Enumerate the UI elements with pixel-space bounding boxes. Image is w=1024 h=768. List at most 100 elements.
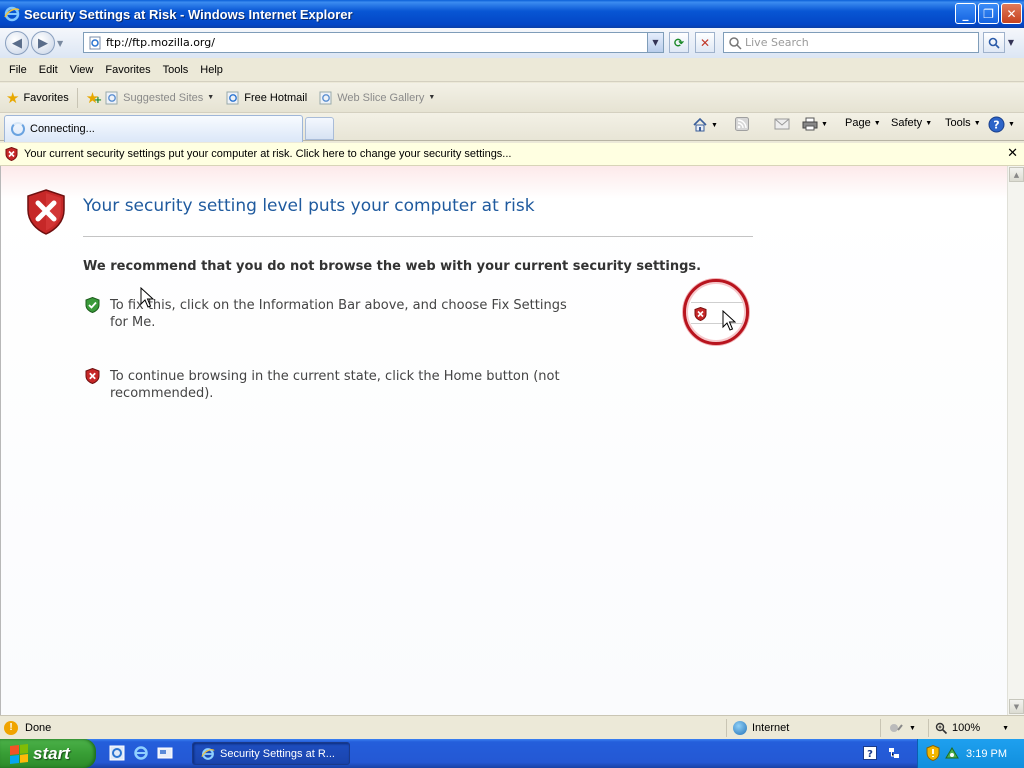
status-bar: ! Done Internet ▼ 100% ▼ [0, 715, 1024, 739]
favlink-suggested-sites[interactable]: Suggested Sites ▼ [105, 91, 214, 105]
information-bar-text[interactable]: Your current security settings put your … [24, 148, 511, 160]
internet-globe-icon [733, 721, 747, 735]
ie-page-icon [319, 91, 332, 104]
information-bar[interactable]: Your current security settings put your … [0, 143, 1024, 166]
forward-button[interactable]: ▶ [31, 31, 55, 55]
network-status-icon[interactable] [944, 745, 960, 761]
security-zone[interactable]: Internet [726, 719, 878, 737]
page-menu-label[interactable]: Page [845, 117, 871, 129]
protected-mode-button[interactable]: ▼ [880, 719, 926, 737]
safety-menu-label[interactable]: Safety [891, 117, 922, 129]
menu-view[interactable]: View [64, 64, 100, 76]
search-button[interactable] [983, 32, 1005, 53]
network-sync-icon[interactable] [886, 745, 902, 761]
security-center-shield-icon[interactable] [926, 745, 940, 761]
favlink-web-slice-gallery[interactable]: Web Slice Gallery ▼ [319, 91, 435, 105]
favlink-label[interactable]: Suggested Sites [123, 92, 203, 104]
close-icon[interactable]: ✕ [1007, 146, 1018, 161]
list-item: To fix this, click on the Information Ba… [85, 297, 580, 331]
quick-launch-ie-icon[interactable] [108, 744, 126, 762]
system-tray: 3:19 PM [917, 739, 1024, 768]
green-shield-icon [85, 297, 100, 313]
navigation-bar: ◀ ▶ ▼ ftp://ftp.mozilla.org/ ▼ ⟳ ✕ Live … [0, 28, 1024, 58]
home-button[interactable]: ▼ [692, 117, 718, 133]
favlink-label[interactable]: Web Slice Gallery [337, 92, 424, 104]
taskbar-item-label[interactable]: Security Settings at R... [220, 748, 335, 760]
menu-file[interactable]: File [3, 64, 33, 76]
page-icon [88, 36, 102, 50]
mail-icon [774, 118, 790, 130]
page-content: Your security setting level puts your co… [0, 166, 1007, 715]
chevron-down-icon[interactable]: ▼ [207, 94, 214, 101]
search-input[interactable]: Live Search [723, 32, 979, 53]
svg-text:?: ? [867, 749, 873, 760]
feeds-button[interactable] [735, 117, 749, 131]
close-button[interactable]: ✕ [1001, 3, 1022, 24]
new-tab-button[interactable] [305, 117, 334, 140]
scroll-down-button[interactable]: ▼ [1009, 699, 1024, 714]
security-shield-icon [694, 307, 707, 321]
search-options-dropdown[interactable]: ▼ [1005, 32, 1017, 53]
favorites-button[interactable]: ★ Favorites [6, 89, 69, 107]
tab-current[interactable]: Connecting... [4, 115, 303, 142]
favlink-label[interactable]: Free Hotmail [244, 92, 307, 104]
favorites-bar: ★ Favorites ★ + Suggested Sites ▼ Free Ho… [0, 83, 1024, 113]
ie-page-icon [226, 91, 239, 104]
recommendation-text: We recommend that you do not browse the … [83, 259, 702, 274]
help-notification-icon[interactable]: ? [862, 745, 878, 761]
svg-text:?: ? [993, 119, 999, 132]
back-button[interactable]: ◀ [5, 31, 29, 55]
taskbar-item-ie[interactable]: Security Settings at R... [192, 742, 350, 765]
title-bar: Security Settings at Risk - Windows Inte… [0, 0, 1024, 28]
clock[interactable]: 3:19 PM [966, 748, 1007, 760]
quick-launch-browser-icon[interactable] [132, 744, 150, 762]
zoom-control[interactable]: 100% ▼ [928, 719, 1024, 737]
window-title: Security Settings at Risk - Windows Inte… [24, 6, 353, 22]
favlink-free-hotmail[interactable]: Free Hotmail [226, 91, 307, 105]
help-menu-button[interactable]: ? ▼ [988, 116, 1015, 133]
list-item: To continue browsing in the current stat… [85, 368, 630, 402]
home-icon [693, 117, 707, 132]
rss-feed-icon [735, 117, 749, 131]
restore-button[interactable]: ❐ [978, 3, 999, 24]
vertical-scrollbar[interactable]: ▲ ▼ [1007, 166, 1024, 715]
menu-tools[interactable]: Tools [157, 64, 195, 76]
chevron-down-icon[interactable]: ▼ [428, 94, 435, 101]
address-url[interactable]: ftp://ftp.mozilla.org/ [106, 36, 215, 49]
status-text: Done [25, 721, 52, 734]
scroll-up-button[interactable]: ▲ [1009, 167, 1024, 182]
printer-icon [802, 117, 818, 131]
continue-browsing-instruction: To continue browsing in the current stat… [110, 369, 560, 401]
favorites-label: Favorites [23, 91, 69, 104]
add-to-favorites-bar-icon[interactable]: ★ + [86, 89, 102, 107]
refresh-button[interactable]: ⟳ [669, 32, 689, 53]
recent-pages-dropdown[interactable]: ▼ [57, 39, 69, 48]
address-dropdown[interactable]: ▼ [647, 33, 663, 52]
start-label[interactable]: start [33, 744, 70, 764]
red-shield-icon [85, 368, 100, 384]
page-menu-button[interactable]: Page ▼ [845, 117, 881, 129]
menu-edit[interactable]: Edit [33, 64, 64, 76]
search-placeholder[interactable]: Live Search [745, 36, 809, 49]
tab-title[interactable]: Connecting... [30, 123, 95, 135]
menu-help[interactable]: Help [194, 64, 229, 76]
read-mail-button[interactable] [774, 117, 790, 131]
security-shield-icon [5, 147, 18, 161]
tools-menu-label[interactable]: Tools [945, 117, 971, 129]
protected-mode-icon [890, 724, 903, 732]
menu-favorites[interactable]: Favorites [99, 64, 156, 76]
tools-menu-button[interactable]: Tools ▼ [945, 117, 981, 129]
start-button[interactable]: start [0, 739, 96, 768]
print-button[interactable]: ▼ [802, 117, 828, 131]
security-shield-icon [27, 189, 65, 235]
mouse-pointer-icon [722, 310, 736, 331]
show-desktop-icon[interactable] [156, 744, 174, 762]
zoom-level[interactable]: 100% [952, 722, 980, 734]
stop-button[interactable]: ✕ [695, 32, 715, 53]
ie-logo-icon [201, 747, 215, 760]
page-title: Your security setting level puts your co… [83, 196, 535, 216]
safety-menu-button[interactable]: Safety ▼ [891, 117, 932, 129]
minimize-button[interactable]: _ [955, 3, 976, 24]
zone-label: Internet [752, 722, 790, 734]
address-field[interactable]: ftp://ftp.mozilla.org/ ▼ [83, 32, 664, 53]
